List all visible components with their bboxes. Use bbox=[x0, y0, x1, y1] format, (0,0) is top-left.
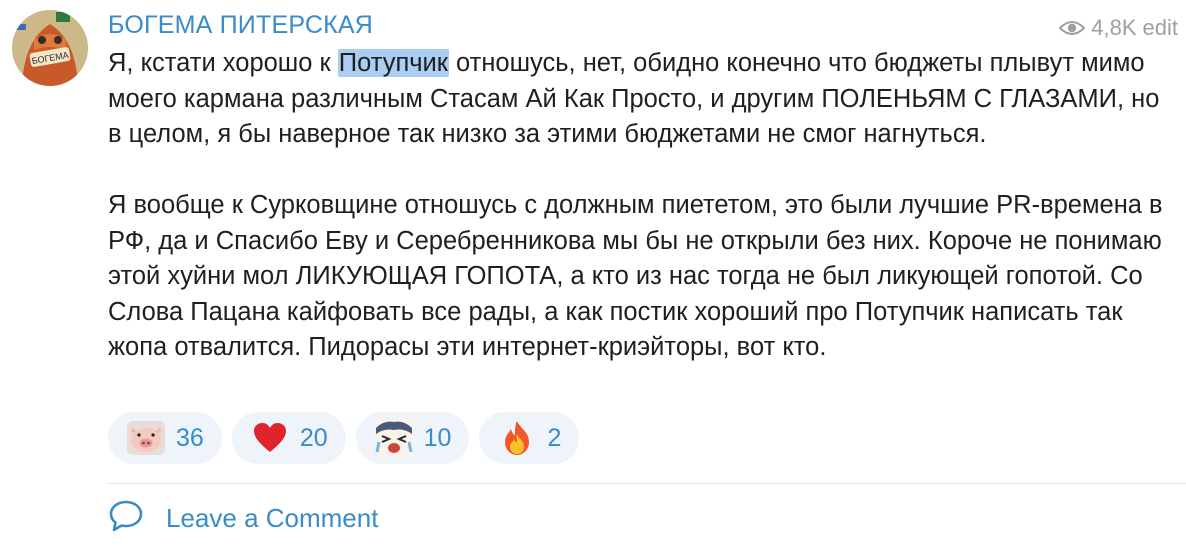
views-count: 4,8K bbox=[1091, 15, 1137, 40]
fire-icon bbox=[497, 418, 537, 458]
reaction-pig[interactable]: 36 bbox=[108, 412, 222, 464]
message-p1-before: Я, кстати хорошо к bbox=[108, 49, 338, 77]
message-paragraph-2: Я вообще к Сурковщине отношусь с должным… bbox=[108, 191, 1163, 361]
comment-bubble-icon bbox=[108, 499, 144, 538]
leave-comment-label: Leave a Comment bbox=[166, 503, 379, 533]
highlighted-text[interactable]: Потупчик bbox=[337, 49, 449, 77]
crying-anime-face-icon bbox=[374, 418, 414, 458]
reaction-count: 20 bbox=[299, 423, 328, 452]
reaction-heart[interactable]: 20 bbox=[231, 412, 346, 464]
reaction-count: 10 bbox=[423, 423, 452, 452]
reaction-count: 36 bbox=[176, 423, 204, 452]
pig-face-icon bbox=[126, 418, 166, 458]
reactions-bar: 36 20 10 2 bbox=[108, 412, 580, 464]
eye-icon bbox=[1059, 19, 1086, 37]
views-indicator: 4,8K edit bbox=[1059, 15, 1178, 41]
message-text: Я, кстати хорошо к Потупчик отношусь, не… bbox=[108, 46, 1168, 366]
channel-name[interactable]: БОГЕМА ПИТЕРСКАЯ bbox=[108, 11, 373, 40]
avatar-image: БОГЕМА bbox=[12, 10, 88, 86]
message-paragraph-1: Я, кстати хорошо к Потупчик отношусь, не… bbox=[108, 46, 1168, 153]
divider bbox=[108, 483, 1186, 484]
channel-avatar[interactable]: БОГЕМА bbox=[12, 10, 88, 86]
reaction-fire[interactable]: 2 bbox=[479, 412, 580, 464]
edited-label: edit bbox=[1142, 15, 1178, 40]
red-heart-icon bbox=[250, 418, 290, 458]
reaction-crying-face[interactable]: 10 bbox=[355, 412, 470, 464]
reaction-count: 2 bbox=[547, 423, 562, 452]
leave-comment-button[interactable]: Leave a Comment bbox=[108, 499, 378, 538]
